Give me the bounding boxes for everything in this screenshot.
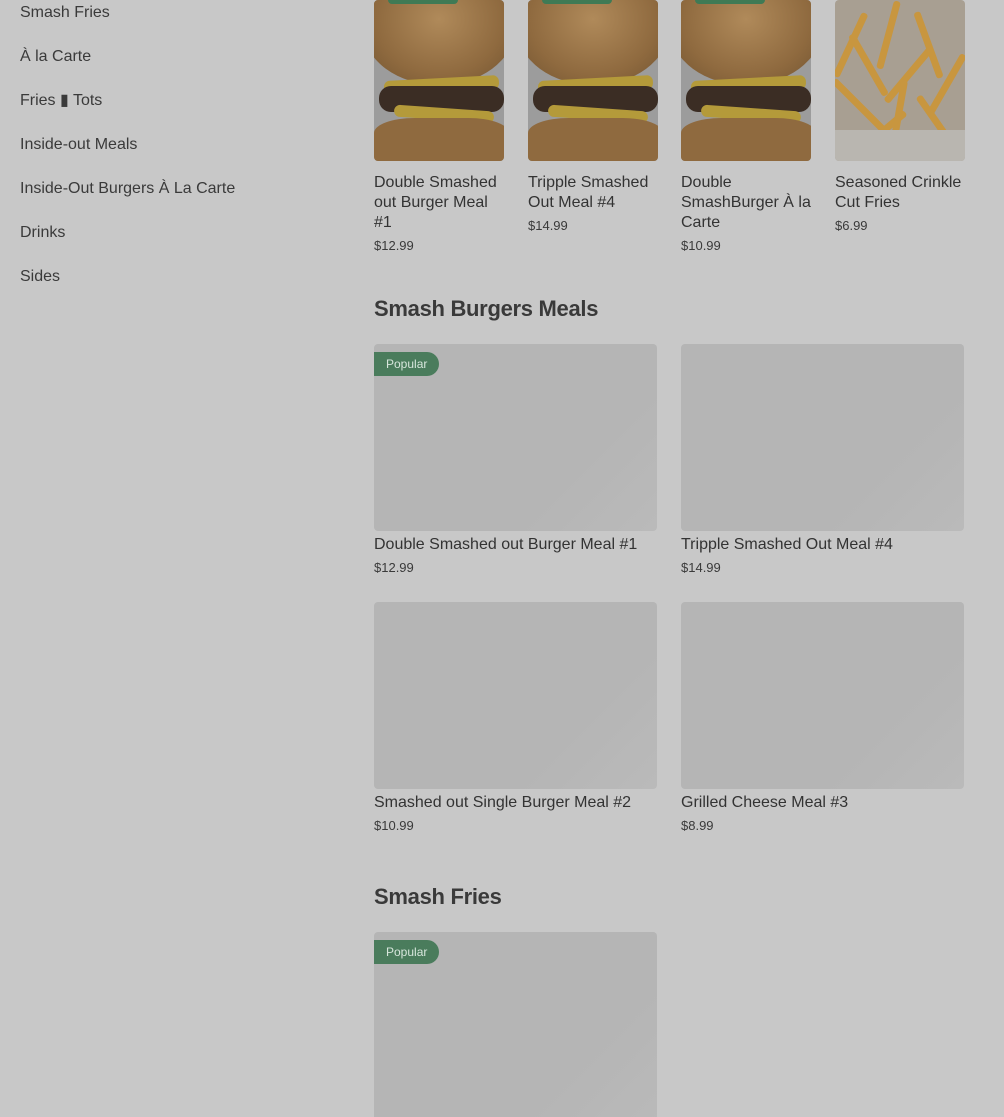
item-image-placeholder [374,602,657,789]
carousel-card[interactable]: Tripple Smashed Out Meal #4 $14.99 [528,0,658,235]
sidebar-item-inside-out-meals[interactable]: Inside-out Meals [20,135,137,155]
section-title: Smash Burgers Meals [374,296,599,321]
sidebar-item-smash-fries[interactable]: Smash Fries [20,3,110,23]
item-price: $14.99 [681,560,721,575]
item-title: Tripple Smashed Out Meal #4 [681,536,893,553]
burger-photo [528,0,658,161]
carousel-item-title: Seasoned Crinkle Cut Fries [835,174,962,211]
item-price: $10.99 [374,818,414,833]
item-title: Grilled Cheese Meal #3 [681,794,849,811]
carousel-item-price: $14.99 [528,218,568,233]
burger-photo [681,0,811,161]
item-price: $12.99 [374,560,414,575]
carousel-card[interactable]: Double SmashBurger À la Carte $10.99 [681,0,811,255]
menu-page: Smash Fries À la Carte Fries ▮ Tots Insi… [0,0,1004,1117]
carousel-item-price: $12.99 [374,238,414,253]
carousel-item-title: Double SmashBurger À la Carte [681,174,811,231]
sidebar-item-a-la-carte[interactable]: À la Carte [20,47,91,67]
fries-photo [835,0,965,161]
item-image-placeholder: Popular [374,932,657,1117]
item-image-placeholder [681,602,964,789]
carousel-card[interactable]: Seasoned Crinkle Cut Fries $6.99 [835,0,965,235]
carousel-card[interactable]: Double Smashed out Burger Meal #1 $12.99 [374,0,504,255]
item-image-placeholder: Popular [374,344,657,531]
carousel-item-title: Double Smashed out Burger Meal #1 [374,174,497,231]
carousel-item-price: $10.99 [681,238,721,253]
menu-item-card[interactable]: Tripple Smashed Out Meal #4 $14.99 [681,344,964,577]
sidebar-item-drinks[interactable]: Drinks [20,223,65,243]
carousel-item-price: $6.99 [835,218,868,233]
item-image-placeholder [681,344,964,531]
sidebar-item-inside-out-burgers[interactable]: Inside-Out Burgers À La Carte [20,179,235,199]
sidebar-item-fries-tots[interactable]: Fries ▮ Tots [20,91,102,111]
carousel-item-title: Tripple Smashed Out Meal #4 [528,174,649,211]
section-title: Smash Fries [374,884,502,909]
popular-badge: Popular [374,940,440,964]
menu-item-card[interactable]: Popular Double Smashed out Burger Meal #… [374,344,657,577]
item-title: Smashed out Single Burger Meal #2 [374,794,632,811]
item-title: Double Smashed out Burger Meal #1 [374,536,638,553]
sidebar-item-sides[interactable]: Sides [20,267,60,287]
popular-badge: Popular [374,352,440,376]
burger-photo [374,0,504,161]
menu-item-card[interactable]: Popular [374,932,657,1117]
menu-item-card[interactable]: Smashed out Single Burger Meal #2 $10.99 [374,602,657,835]
item-price: $8.99 [681,818,714,833]
menu-item-card[interactable]: Grilled Cheese Meal #3 $8.99 [681,602,964,835]
